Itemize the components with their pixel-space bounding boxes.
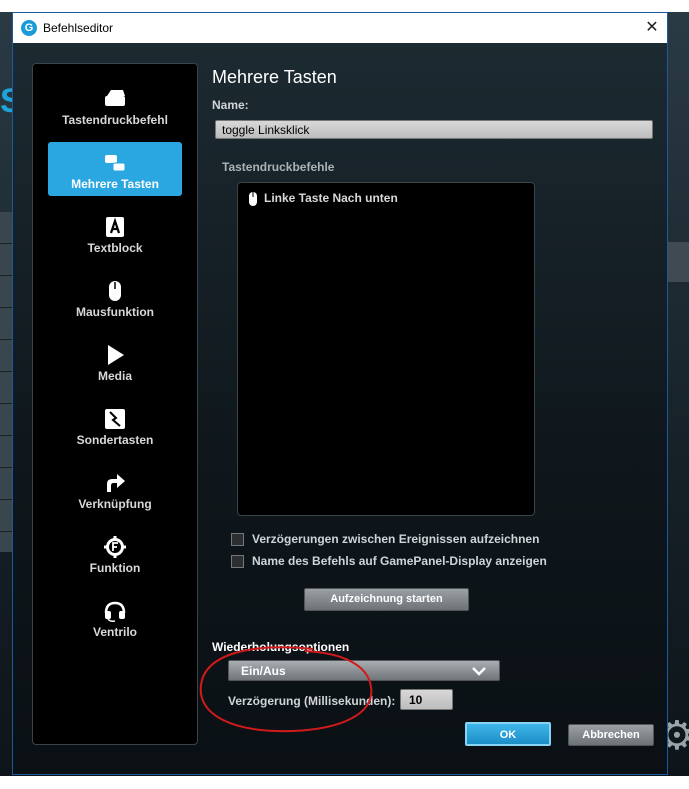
sidebar-item-special-keys[interactable]: Sondertasten [48, 398, 182, 452]
ok-button[interactable]: OK [465, 722, 551, 746]
close-button[interactable]: ✕ [637, 13, 667, 43]
sidebar-item-function[interactable]: Funktion [48, 526, 182, 580]
list-item-label: Linke Taste Nach unten [264, 191, 398, 206]
mouse-icon [109, 281, 121, 301]
logitech-logo-icon: G [21, 20, 37, 36]
sidebar-item-mouse-function[interactable]: Mausfunktion [48, 270, 182, 324]
window-title: Befehlseditor [43, 21, 114, 35]
function-gear-icon [104, 536, 126, 558]
sidebar-item-shortcut[interactable]: Verknüpfung [48, 462, 182, 516]
sidebar-item-label: Ventrilo [92, 625, 137, 639]
sidebar-item-keystroke[interactable]: Tastendruckbefehl [48, 78, 182, 132]
sidebar-item-label: Tastendruckbefehl [62, 113, 168, 127]
background-panel [667, 242, 689, 282]
repeat-options-label: Wiederholungsoptionen [212, 640, 350, 654]
shortcut-arrow-icon [107, 474, 125, 492]
show-name-gamepanel-checkbox[interactable] [231, 555, 244, 569]
sidebar-item-label: Mausfunktion [76, 305, 154, 319]
title-bar: G Befehlseditor ✕ [13, 13, 667, 43]
record-delays-label: Verzögerungen zwischen Ereignissen aufze… [252, 532, 540, 546]
play-icon [108, 345, 124, 365]
sidebar-item-media[interactable]: Media [48, 334, 182, 388]
multi-key-icon [105, 155, 126, 172]
keystrokes-list[interactable]: Linke Taste Nach unten [237, 182, 535, 516]
sidebar-item-label: Sondertasten [76, 433, 154, 447]
sidebar-item-multi-keys[interactable]: Mehrere Tasten [48, 142, 182, 196]
list-item[interactable]: Linke Taste Nach unten [248, 191, 398, 209]
key-icon [105, 90, 125, 106]
dialog-content: Tastendruckbefehl Mehrere Tasten Textblo… [13, 43, 667, 774]
repeat-options-select[interactable]: Ein/Aus [228, 660, 500, 681]
sidebar-item-label: Verknüpfung [78, 497, 152, 511]
command-editor-dialog: G Befehlseditor ✕ Tastendruckbefehl Mehr… [12, 12, 668, 775]
mouse-icon [249, 192, 257, 206]
delay-label: Verzögerung (Millisekunden): [228, 694, 396, 708]
sidebar-item-label: Textblock [87, 241, 143, 255]
record-delays-checkbox[interactable] [231, 533, 244, 547]
sidebar-item-label: Media [97, 369, 132, 383]
show-name-gamepanel-option[interactable]: Name des Befehls auf GamePanel-Display a… [231, 554, 547, 570]
repeat-options-value: Ein/Aus [241, 664, 286, 678]
name-label: Name: [212, 98, 249, 112]
command-type-sidebar: Tastendruckbefehl Mehrere Tasten Textblo… [32, 63, 198, 745]
sidebar-item-textblock[interactable]: Textblock [48, 206, 182, 260]
sidebar-item-label: Funktion [89, 561, 141, 575]
sidebar-item-label: Mehrere Tasten [71, 177, 159, 191]
cancel-button[interactable]: Abbrechen [568, 724, 654, 746]
annotation-circle [199, 646, 373, 733]
chevron-down-icon [472, 667, 486, 676]
name-input[interactable]: toggle Linksklick [215, 120, 653, 139]
keystrokes-label: Tastendruckbefehle [222, 160, 335, 174]
text-block-icon [106, 217, 124, 237]
record-delays-option[interactable]: Verzögerungen zwischen Ereignissen aufze… [231, 532, 539, 548]
special-key-icon [105, 409, 125, 429]
sidebar-item-ventrilo[interactable]: Ventrilo [48, 590, 182, 644]
start-recording-button[interactable]: Aufzeichnung starten [304, 588, 469, 611]
headset-icon [104, 601, 126, 622]
show-name-gamepanel-label: Name des Befehls auf GamePanel-Display a… [252, 554, 547, 568]
delay-input[interactable]: 10 [400, 689, 453, 710]
page-title: Mehrere Tasten [212, 67, 337, 87]
